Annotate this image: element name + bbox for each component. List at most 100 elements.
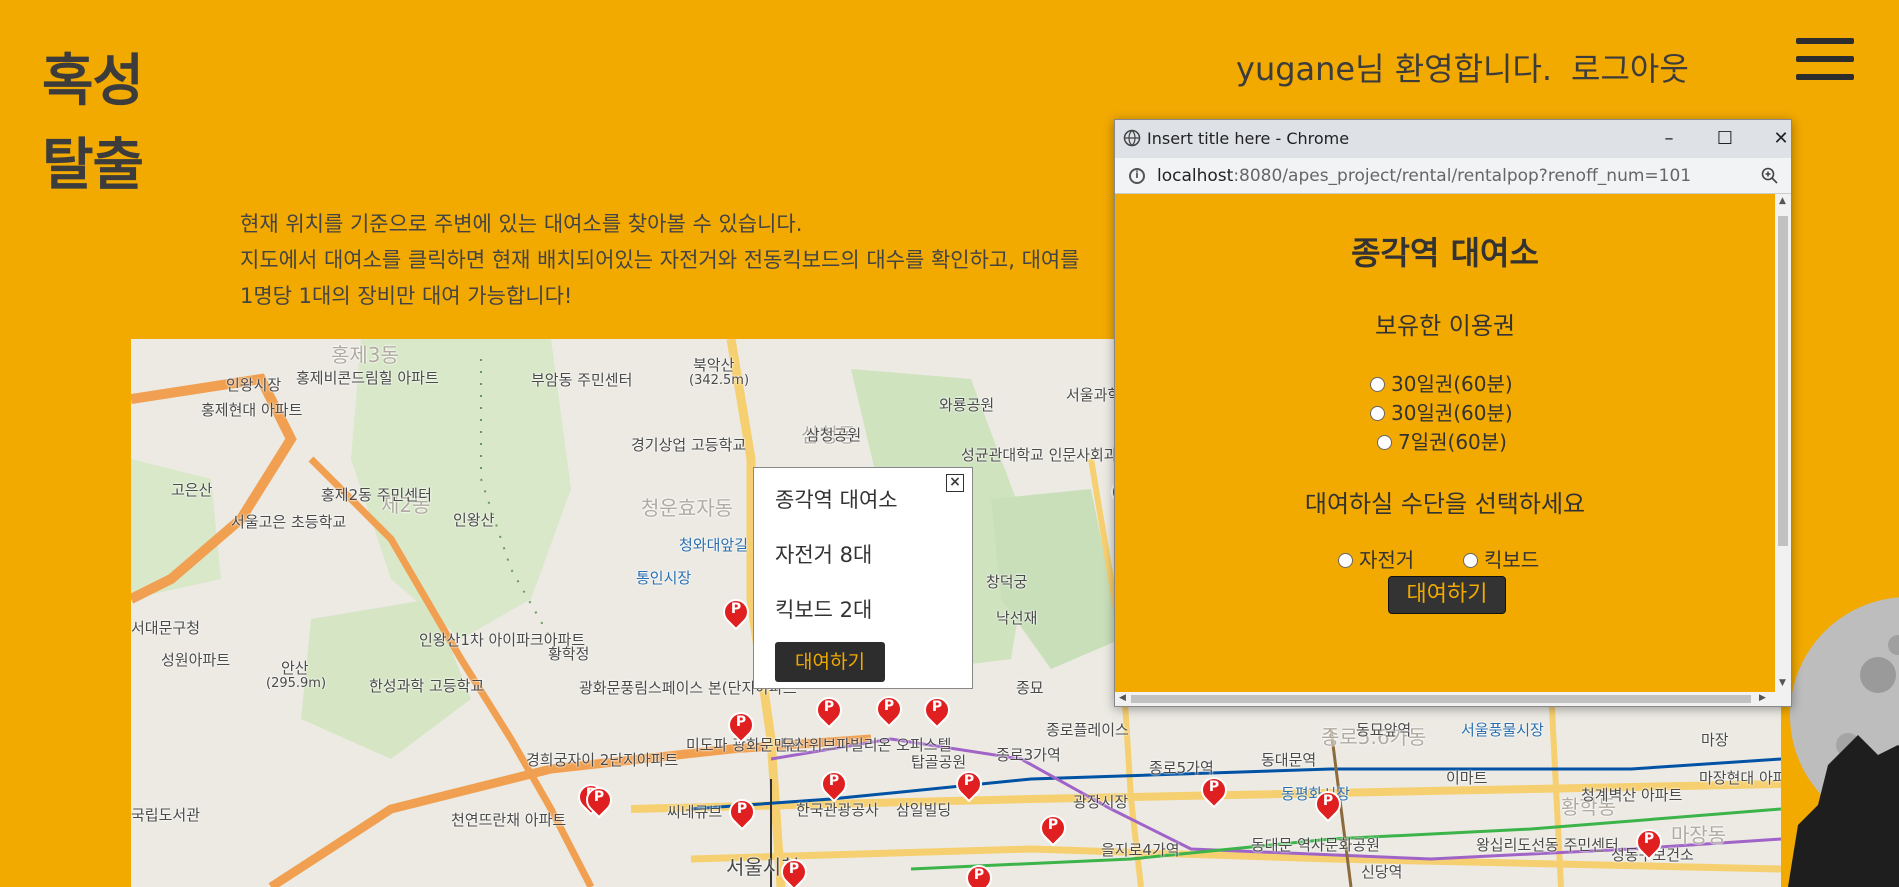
rental-station-marker[interactable]: P [1034, 809, 1072, 849]
map-area-label: 청운효자동 [641, 496, 733, 520]
map-label: 광장시장 [1073, 793, 1129, 811]
map-label: 동묘앞역 [1356, 721, 1412, 739]
intro-text: 현재 위치를 기준으로 주변에 있는 대여소를 찾아볼 수 있습니다. 지도에서… [240, 206, 1080, 314]
rental-station-marker[interactable]: P [580, 781, 618, 821]
map-label: 종로3가역 [996, 746, 1061, 764]
rental-station-marker[interactable]: P [1195, 771, 1233, 811]
pass-label: 7일권(60분) [1398, 430, 1507, 454]
pass-label: 30일권(60분) [1391, 401, 1513, 425]
scrollbar-thumb[interactable] [1131, 695, 1751, 703]
pass-radio[interactable] [1370, 406, 1385, 421]
url-text[interactable]: localhost:8080/apes_project/rental/renta… [1157, 166, 1691, 186]
rent-button[interactable]: 대여하기 [775, 642, 885, 682]
pass-radio[interactable] [1377, 435, 1392, 450]
map-label: 성원아파트 [161, 651, 231, 669]
kickboard-count: 킥보드 2대 [775, 598, 873, 622]
welcome-text: yugane님 환영합니다. [1236, 50, 1553, 88]
hamburger-menu-icon[interactable] [1796, 38, 1854, 80]
url-path: :8080/apes_project/rental/rentalpop?reno… [1233, 166, 1692, 186]
map-label: 청와대앞길 [679, 536, 749, 554]
map-label: 청계벽산 아파트 [1581, 786, 1683, 804]
popup-heading: 종각역 대여소 [1351, 234, 1539, 272]
map-label: 탑골공원 [911, 753, 967, 771]
map-label: 홍제2동 주민센터 [321, 486, 432, 504]
pass-label: 30일권(60분) [1391, 372, 1513, 396]
minimize-icon[interactable]: – [1649, 124, 1689, 154]
zoom-icon[interactable] [1761, 167, 1779, 185]
rental-station-marker[interactable]: P [815, 765, 853, 805]
map-label: 동대문역 [1261, 751, 1317, 769]
map-label: 와룡공원 [939, 396, 995, 414]
globe-icon [1123, 129, 1141, 147]
rental-station-marker[interactable]: P [723, 793, 761, 833]
map-label: 안산 [281, 659, 309, 677]
intro-line2: 지도에서 대여소를 클릭하면 현재 배치되어있는 자전거와 전동킥보드의 대수를… [240, 248, 1080, 272]
map-label: 인왕시장 [226, 376, 282, 394]
map-label: 종로5가역 [1149, 759, 1214, 777]
map-label: 통인시장 [636, 569, 692, 587]
pass-option[interactable]: 30일권(60분) [1370, 368, 1513, 397]
means-option-bike[interactable]: 자전거 [1338, 544, 1414, 573]
window-title: Insert title here - Chrome [1147, 129, 1350, 148]
rental-station-marker[interactable]: P [1309, 785, 1347, 825]
pass-option[interactable]: 30일권(60분) [1370, 397, 1513, 426]
map-label: 국립도서관 [131, 806, 201, 824]
intro-line3: 1명당 1대의 장비만 대여 가능합니다! [240, 284, 573, 308]
means-title: 대여하실 수단을 선택하세요 [1304, 490, 1586, 518]
map-label: 홍제비콘드림힐 아파트 [296, 369, 439, 387]
map-label: (342.5m) [689, 373, 750, 388]
map-label: 서울풍물시장 [1461, 721, 1544, 739]
rental-station-marker[interactable]: P [722, 706, 760, 746]
map-label: 북악산 [693, 356, 735, 374]
means-radio[interactable] [1338, 553, 1353, 568]
site-logo[interactable]: 혹성 탈출 [42, 40, 144, 208]
rental-station-marker[interactable]: P [918, 691, 956, 731]
popup-rent-button[interactable]: 대여하기 [1388, 576, 1506, 614]
map-label: 마장 [1701, 731, 1729, 749]
logo-line2: 탈출 [42, 133, 144, 198]
map-label: 왕십리도선동 주민센터 [1476, 836, 1619, 854]
map-area-label: 홍제3동 [331, 343, 399, 367]
map-label: 삼청공원 [806, 426, 862, 444]
means-label: 킥보드 [1484, 548, 1540, 572]
means-label: 자전거 [1359, 548, 1415, 572]
site-info-icon[interactable]: i [1129, 168, 1145, 184]
rental-station-marker[interactable]: P [1630, 823, 1668, 863]
map-label: 을지로4가역 [1101, 841, 1180, 859]
rental-station-marker[interactable]: P [810, 691, 848, 731]
map-label: 창덕궁 [986, 573, 1028, 591]
rental-station-marker[interactable]: P [960, 859, 998, 887]
maximize-icon[interactable]: ☐ [1705, 124, 1745, 154]
map-label: 마장현대 아파트 [1699, 769, 1781, 787]
address-bar[interactable]: i localhost:8080/apes_project/rental/ren… [1115, 158, 1791, 194]
means-option-kickboard[interactable]: 킥보드 [1463, 544, 1539, 573]
map-label: 고은산 [171, 481, 213, 499]
logo-line1: 혹성 [42, 49, 144, 114]
map-label: 서울고은 초등학교 [231, 513, 347, 531]
close-icon[interactable]: × [946, 474, 964, 492]
map-label: 낙선재 [996, 609, 1038, 627]
station-info-window: × 종각역 대여소 자전거 8대 킥보드 2대 대여하기 [753, 467, 973, 689]
close-window-icon[interactable]: ✕ [1761, 124, 1801, 154]
rental-station-marker[interactable]: P [775, 853, 813, 887]
popup-window: Insert title here - Chrome – ☐ ✕ i local… [1114, 119, 1792, 707]
window-titlebar[interactable]: Insert title here - Chrome – ☐ ✕ [1115, 120, 1791, 158]
station-name: 종각역 대여소 [775, 488, 898, 512]
scrollbar-thumb[interactable] [1778, 216, 1788, 546]
means-radio[interactable] [1463, 553, 1478, 568]
vertical-scrollbar[interactable]: ▲ ▼ [1775, 194, 1791, 692]
popup-content: 종각역 대여소 보유한 이용권 30일권(60분) 30일권(60분) 7일권(… [1115, 194, 1775, 692]
pass-option[interactable]: 7일권(60분) [1377, 426, 1507, 455]
pass-radio[interactable] [1370, 377, 1385, 392]
intro-line1: 현재 위치를 기준으로 주변에 있는 대여소를 찾아볼 수 있습니다. [240, 212, 803, 236]
rental-station-marker[interactable]: P [717, 593, 755, 633]
map-label: 신당역 [1361, 863, 1403, 881]
logout-link[interactable]: 로그아웃 [1571, 44, 1689, 90]
map-label: 부암동 주민센터 [531, 371, 633, 389]
rental-station-marker[interactable]: P [950, 765, 988, 805]
rental-station-marker[interactable]: P [870, 690, 908, 730]
horizontal-scrollbar[interactable]: ◀ ▶ [1115, 692, 1791, 706]
moon-image [1788, 597, 1899, 887]
map-label: 씨네큐브 [667, 803, 723, 821]
map-label: 이마트 [1446, 769, 1488, 787]
